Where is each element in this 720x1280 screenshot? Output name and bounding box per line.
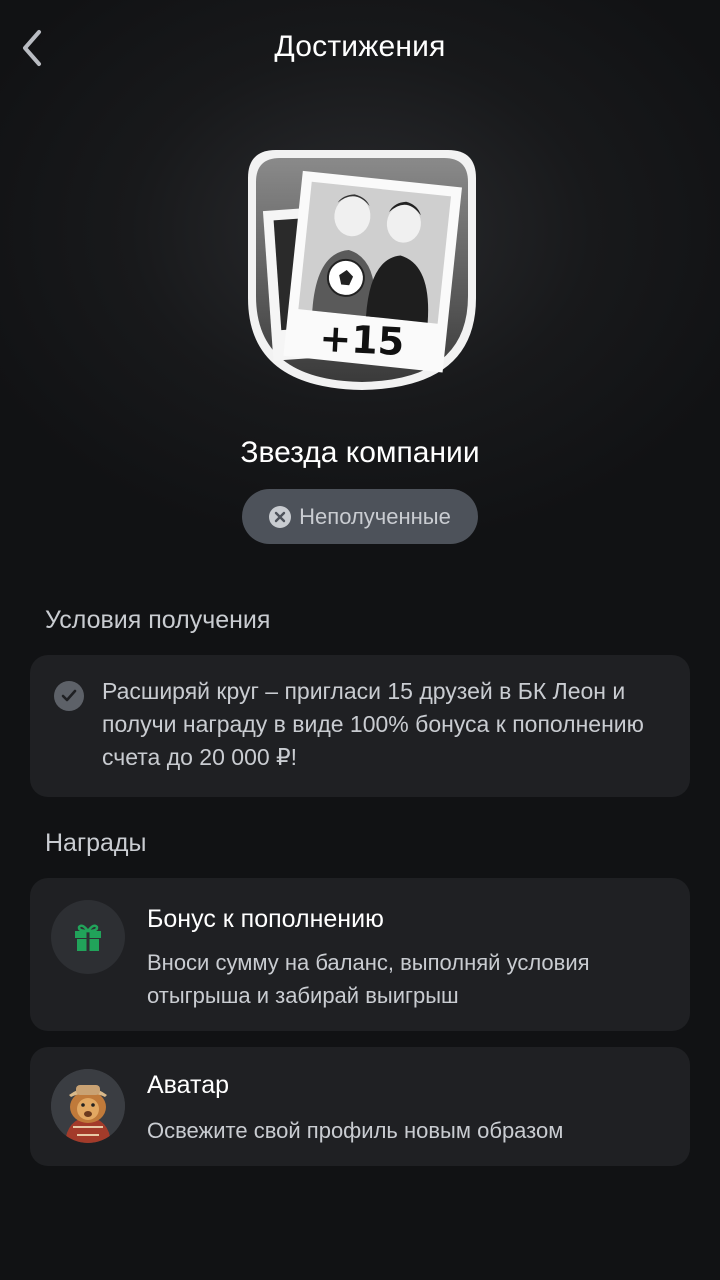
header: Достижения: [0, 0, 720, 100]
page-title: Достижения: [274, 30, 446, 63]
conditions-card: Расширяй круг – пригласи 15 друзей в БК …: [30, 655, 690, 797]
status-badge: Неполученные: [242, 489, 478, 544]
conditions-title: Условия получения: [45, 606, 271, 634]
conditions-text: Расширяй круг – пригласи 15 друзей в БК …: [102, 678, 644, 770]
rewards-title: Награды: [45, 829, 147, 857]
achievement-name: Звезда компании: [240, 436, 480, 469]
badge-count: +15: [318, 316, 405, 364]
achievement-badge: +15: [246, 148, 478, 392]
lion-avatar-icon: [51, 1069, 125, 1143]
reward-title: Аватар: [147, 1071, 230, 1099]
gift-icon: [51, 900, 125, 974]
x-circle-icon: [269, 505, 292, 528]
reward-title: Бонус к пополнению: [147, 905, 384, 933]
reward-description: Освежите свой профиль новым образом: [147, 1118, 564, 1143]
status-label: Неполученные: [299, 503, 451, 529]
reward-card-avatar[interactable]: Аватар Освежите свой профиль новым образ…: [30, 1047, 690, 1166]
reward-description: Вноси сумму на баланс, выполняй условия …: [147, 950, 590, 1008]
check-circle-icon: [54, 681, 84, 711]
reward-card-bonus[interactable]: Бонус к пополнению Вноси сумму на баланс…: [30, 878, 690, 1031]
